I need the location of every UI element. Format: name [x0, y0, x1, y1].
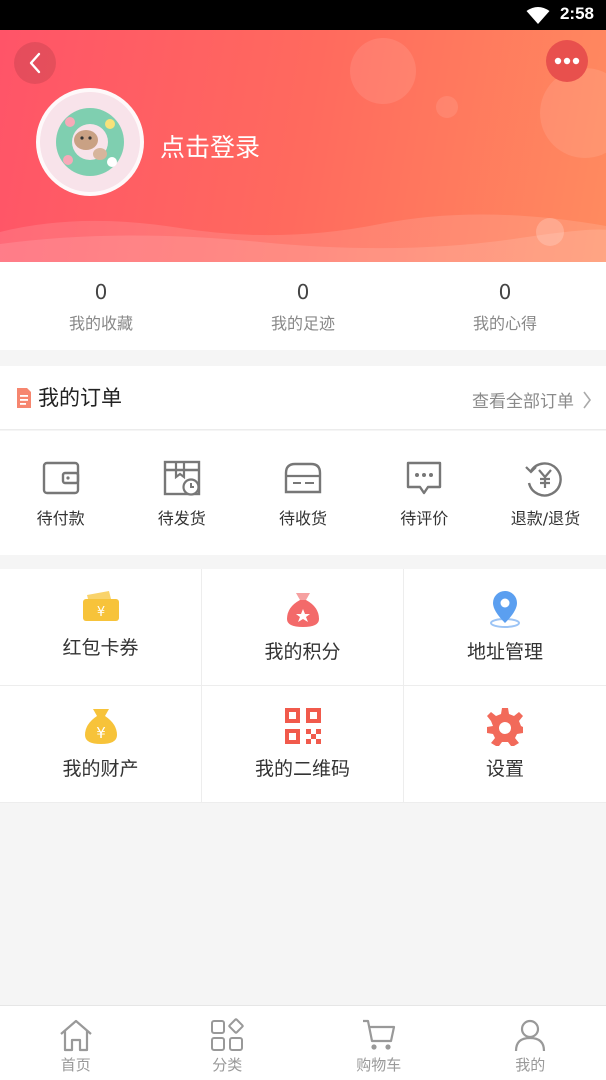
nav-label: 首页	[60, 1056, 91, 1074]
nav-category[interactable]: 分类	[152, 1006, 304, 1080]
gear-icon	[487, 708, 523, 746]
cart-icon	[362, 1019, 395, 1050]
stat-value: 0	[296, 280, 310, 304]
stat-label: 我的足迹	[270, 314, 335, 333]
nav-cart[interactable]: 购物车	[303, 1006, 455, 1080]
service-address[interactable]: 地址管理	[404, 569, 606, 686]
service-points[interactable]: 我的积分	[202, 569, 404, 686]
category-icon	[211, 1018, 244, 1051]
stat-label: 我的收藏	[68, 314, 133, 333]
points-bag-icon	[286, 593, 319, 627]
more-dots-icon	[554, 57, 580, 65]
order-item-label: 待发货	[157, 509, 206, 528]
user-icon	[515, 1019, 546, 1052]
service-qr-code[interactable]: 我的二维码	[202, 686, 404, 803]
package-clock-icon	[163, 460, 200, 496]
more-button[interactable]	[546, 40, 588, 82]
stat-reviews[interactable]: 0 我的心得	[404, 262, 606, 350]
view-all-orders-link[interactable]: 查看全部订单	[472, 387, 592, 412]
order-item-label: 待收货	[279, 509, 328, 528]
service-label: 地址管理	[466, 641, 543, 663]
avatar-image	[40, 92, 140, 192]
order-item-label: 退款/退货	[510, 509, 581, 528]
login-link[interactable]: 点击登录	[160, 128, 260, 164]
order-status-row: 待付款 待发货 待收货 待评价 退款/退货	[0, 431, 606, 555]
back-button[interactable]	[14, 42, 56, 84]
coupon-icon: ¥	[82, 591, 119, 621]
chevron-right-icon	[583, 391, 591, 408]
header-wave	[0, 214, 606, 262]
status-time: 2:58	[559, 4, 594, 23]
stat-value: 0	[94, 280, 108, 304]
stat-value: 0	[498, 280, 512, 304]
order-refund[interactable]: 退款/退货	[485, 431, 606, 555]
qr-code-icon	[284, 708, 321, 744]
order-list-icon	[17, 388, 31, 408]
svg-text:¥: ¥	[96, 605, 104, 620]
chevron-left-icon	[29, 52, 41, 74]
nav-label: 购物车	[356, 1056, 402, 1074]
stat-favorites[interactable]: 0 我的收藏	[0, 262, 202, 350]
wallet-icon	[42, 461, 79, 495]
home-icon	[60, 1019, 92, 1052]
service-label: 设置	[485, 758, 524, 780]
comment-icon	[407, 461, 442, 495]
wifi-icon	[526, 7, 550, 24]
service-label: 我的二维码	[254, 758, 350, 780]
orders-title: 我的订单	[38, 386, 122, 410]
bottom-nav: 首页 分类 购物车 我的	[0, 1005, 606, 1080]
profile-header: 点击登录	[0, 30, 606, 262]
nav-profile[interactable]: 我的	[455, 1006, 606, 1080]
location-pin-icon	[490, 591, 520, 628]
stat-label: 我的心得	[472, 314, 537, 333]
nav-label: 分类	[212, 1056, 243, 1074]
status-bar: 2:58	[0, 0, 606, 30]
service-label: 红包卡券	[62, 637, 139, 659]
order-pending-shipment[interactable]: 待发货	[121, 431, 242, 555]
orders-header: 我的订单 查看全部订单	[0, 366, 606, 430]
refund-icon	[525, 462, 563, 497]
service-assets[interactable]: ¥ 我的财产	[0, 686, 202, 803]
money-bag-icon: ¥	[84, 709, 117, 744]
nav-label: 我的	[515, 1056, 546, 1074]
service-coupons[interactable]: ¥ 红包卡券	[0, 569, 202, 686]
order-item-label: 待付款	[36, 509, 85, 528]
service-label: 我的积分	[264, 641, 341, 663]
delivery-card-icon	[284, 462, 322, 494]
svg-text:¥: ¥	[96, 724, 106, 742]
services-grid: ¥ 红包卡券 我的积分 地址管理 ¥ 我的财产 我的二维码 设置	[0, 569, 606, 803]
view-all-orders-label: 查看全部订单	[472, 392, 574, 412]
avatar[interactable]	[36, 88, 144, 196]
service-settings[interactable]: 设置	[404, 686, 606, 803]
order-pending-review[interactable]: 待评价	[364, 431, 485, 555]
nav-home[interactable]: 首页	[0, 1006, 152, 1080]
stat-footprints[interactable]: 0 我的足迹	[202, 262, 404, 350]
order-pending-receipt[interactable]: 待收货	[242, 431, 363, 555]
order-pending-payment[interactable]: 待付款	[0, 431, 121, 555]
service-label: 我的财产	[62, 758, 139, 780]
stats-row: 0 我的收藏 0 我的足迹 0 我的心得	[0, 262, 606, 350]
order-item-label: 待评价	[400, 509, 449, 528]
